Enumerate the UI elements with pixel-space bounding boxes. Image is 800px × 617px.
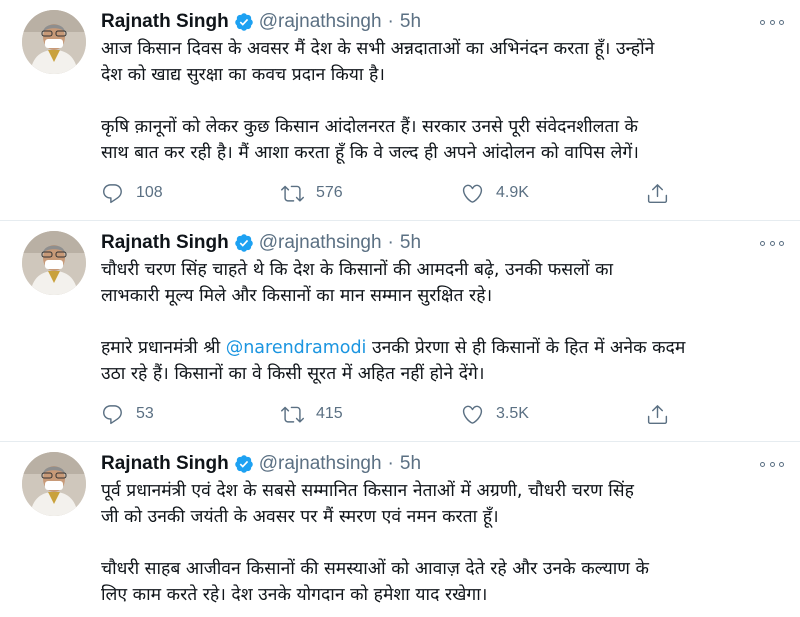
- timeline: Rajnath Singh @rajnathsingh · 5h आज किसा…: [0, 0, 800, 617]
- tweet-actions: 108 576 4.9K: [101, 178, 681, 208]
- tweet-line: जी को उनकी जयंती के अवसर पर मैं स्मरण एव…: [101, 507, 499, 527]
- like-count: 4.9K: [496, 184, 529, 201]
- verified-badge-icon: [234, 233, 254, 253]
- author-name[interactable]: Rajnath Singh: [101, 11, 229, 33]
- avatar-image: [22, 231, 86, 295]
- like-button[interactable]: 4.9K: [461, 178, 529, 208]
- retweet-icon: [281, 185, 304, 202]
- retweet-icon: [281, 406, 304, 423]
- verified-badge-icon: [234, 454, 254, 474]
- author-handle[interactable]: @rajnathsingh: [259, 453, 382, 475]
- tweet-line: लाभकारी मूल्य मिले और किसानों का मान सम्…: [101, 286, 493, 306]
- tweet-text: पूर्व प्रधानमंत्री एवं देश के सबसे सम्मा…: [101, 478, 791, 608]
- share-icon: [647, 183, 668, 203]
- like-icon: [462, 405, 483, 424]
- retweet-count: 576: [316, 184, 343, 201]
- tweet[interactable]: Rajnath Singh @rajnathsingh · 5h चौधरी च…: [0, 221, 800, 442]
- author-handle[interactable]: @rajnathsingh: [259, 11, 382, 33]
- author-name[interactable]: Rajnath Singh: [101, 453, 229, 475]
- avatar[interactable]: [22, 452, 86, 516]
- share-button[interactable]: [646, 399, 669, 429]
- tweet-text: आज किसान दिवस के अवसर मैं देश के सभी अन्…: [101, 36, 791, 166]
- separator-dot: ·: [387, 453, 394, 474]
- retweet-count: 415: [316, 405, 343, 422]
- tweet-text-segment: उनकी प्रेरणा से ही किसानों के हित में अन…: [366, 338, 686, 358]
- retweet-button[interactable]: 415: [281, 399, 343, 429]
- avatar-image: [22, 452, 86, 516]
- tweet[interactable]: Rajnath Singh @rajnathsingh · 5h आज किसा…: [0, 0, 800, 221]
- tweet-header: Rajnath Singh @rajnathsingh · 5h: [101, 9, 421, 35]
- tweet-header: Rajnath Singh @rajnathsingh · 5h: [101, 230, 421, 256]
- tweet-line: देश को खाद्य सुरक्षा का कवच प्रदान किया …: [101, 65, 385, 85]
- tweet-actions: 53 415 3.5K: [101, 399, 681, 429]
- more-icon[interactable]: [760, 12, 784, 32]
- reply-count: 108: [136, 184, 163, 201]
- avatar[interactable]: [22, 10, 86, 74]
- tweet-line: पूर्व प्रधानमंत्री एवं देश के सबसे सम्मा…: [101, 481, 634, 501]
- avatar-image: [22, 10, 86, 74]
- tweet-line: आज किसान दिवस के अवसर मैं देश के सभी अन्…: [101, 39, 655, 59]
- tweet[interactable]: Rajnath Singh @rajnathsingh · 5h पूर्व प…: [0, 442, 800, 617]
- separator-dot: ·: [387, 232, 394, 253]
- reply-button[interactable]: 53: [101, 399, 154, 429]
- tweet-timestamp[interactable]: 5h: [400, 453, 421, 475]
- share-icon: [647, 404, 668, 424]
- like-count: 3.5K: [496, 405, 529, 422]
- mention-link[interactable]: @narendramodi: [226, 338, 367, 358]
- more-icon[interactable]: [760, 233, 784, 253]
- reply-count: 53: [136, 405, 154, 422]
- tweet-text-segment: हमारे प्रधानमंत्री श्री: [101, 338, 226, 358]
- separator-dot: ·: [387, 11, 394, 32]
- avatar[interactable]: [22, 231, 86, 295]
- tweet-line: चौधरी चरण सिंह चाहते थे कि देश के किसानो…: [101, 260, 614, 280]
- reply-icon: [103, 183, 122, 203]
- author-handle[interactable]: @rajnathsingh: [259, 232, 382, 254]
- tweet-line: लिए काम करते रहे। देश उनके योगदान को हमे…: [101, 585, 488, 605]
- like-icon: [462, 184, 483, 203]
- tweet-line: चौधरी साहब आजीवन किसानों की समस्याओं को …: [101, 559, 649, 579]
- tweet-header: Rajnath Singh @rajnathsingh · 5h: [101, 451, 421, 477]
- tweet-line: उठा रहे हैं। किसानों का वे किसी सूरत में…: [101, 364, 485, 384]
- author-name[interactable]: Rajnath Singh: [101, 232, 229, 254]
- tweet-line: हमारे प्रधानमंत्री श्री @narendramodi उन…: [101, 335, 791, 361]
- tweet-line: कृषि क़ानूनों को लेकर कुछ किसान आंदोलनरत…: [101, 117, 638, 137]
- more-icon[interactable]: [760, 454, 784, 474]
- like-button[interactable]: 3.5K: [461, 399, 529, 429]
- retweet-button[interactable]: 576: [281, 178, 343, 208]
- verified-badge-icon: [234, 12, 254, 32]
- reply-button[interactable]: 108: [101, 178, 163, 208]
- tweet-timestamp[interactable]: 5h: [400, 11, 421, 33]
- reply-icon: [103, 404, 122, 424]
- tweet-timestamp[interactable]: 5h: [400, 232, 421, 254]
- share-button[interactable]: [646, 178, 669, 208]
- tweet-text: चौधरी चरण सिंह चाहते थे कि देश के किसानो…: [101, 257, 791, 387]
- tweet-line: साथ बात कर रही है। मैं आशा करता हूँ कि व…: [101, 143, 639, 163]
